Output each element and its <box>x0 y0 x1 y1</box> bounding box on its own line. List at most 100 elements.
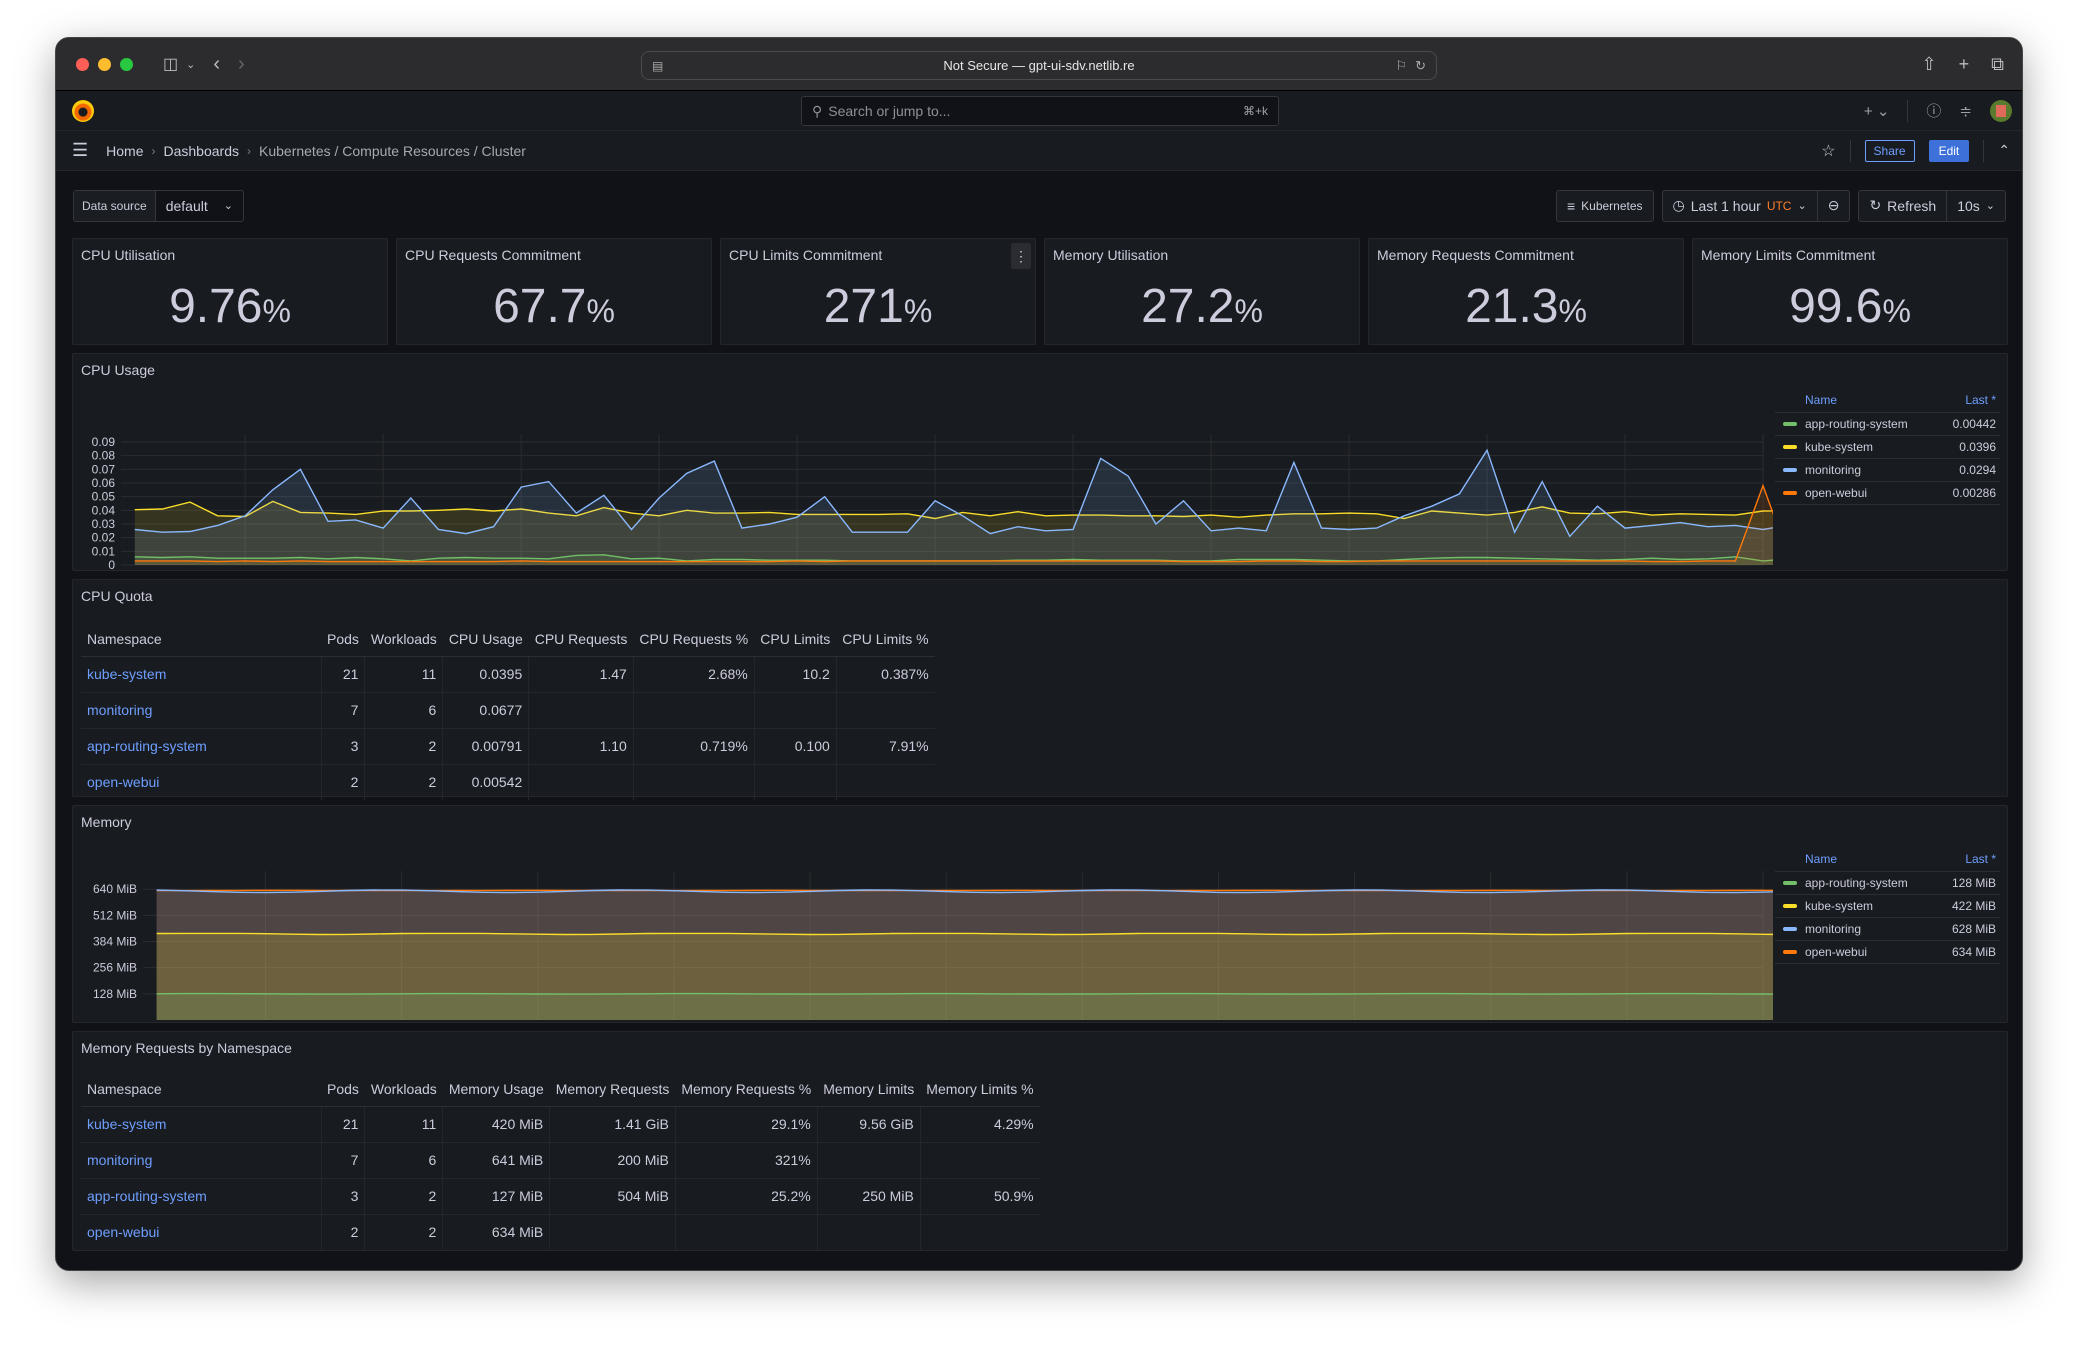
stat-number: 21.3 <box>1465 280 1559 333</box>
stat-panel-cpu-limits-commitment[interactable]: CPU Limits Commitment ⋮ 271% <box>720 238 1036 345</box>
column-header[interactable]: Memory Requests % <box>675 1072 818 1107</box>
column-header[interactable]: CPU Limits % <box>836 622 935 657</box>
table-cell: 3 <box>320 1178 365 1215</box>
column-header[interactable]: Memory Limits % <box>920 1072 1040 1107</box>
panel-menu-icon[interactable]: ⋮ <box>1011 243 1031 269</box>
browser-window: ◫ ⌄ ‹ › ▤ Not Secure — gpt-ui-sdv.netlib… <box>55 37 2023 1271</box>
table-cell: 7 <box>320 1142 365 1179</box>
namespace-link[interactable]: kube-system <box>81 1106 321 1143</box>
panel-title: Memory Requests by Namespace <box>81 1040 292 1056</box>
table-cell <box>674 1214 818 1250</box>
table-row: open-webui 2 2 0.00542 <box>81 764 935 800</box>
series-color-swatch <box>1783 881 1797 886</box>
stat-panel-memory-requests-commitment[interactable]: Memory Requests Commitment 21.3% <box>1368 238 1684 345</box>
column-header[interactable]: Workloads <box>364 622 443 657</box>
column-header[interactable]: Workloads <box>364 1072 443 1107</box>
namespace-link[interactable]: kube-system <box>81 656 321 693</box>
stat-unit: % <box>1558 293 1587 329</box>
cpu-usage-chart[interactable]: 00.010.020.030.040.050.060.070.080.0912:… <box>73 372 1773 572</box>
table-cell <box>753 692 837 729</box>
column-header[interactable]: CPU Requests <box>528 622 634 657</box>
table-cell: 2 <box>364 1178 443 1215</box>
table-cell <box>549 1214 676 1250</box>
table-cell: 2 <box>364 1214 443 1250</box>
table-cell <box>835 692 935 729</box>
column-header[interactable]: CPU Limits <box>754 622 837 657</box>
series-color-swatch <box>1783 468 1797 473</box>
column-header[interactable]: CPU Usage <box>442 622 529 657</box>
namespace-link[interactable]: monitoring <box>81 1142 321 1179</box>
y-tick-label: 0 <box>108 558 115 572</box>
stat-panel-memory-utilisation[interactable]: Memory Utilisation 27.2% <box>1044 238 1360 345</box>
legend-item[interactable]: app-routing-system 128 MiB <box>1775 871 2000 895</box>
namespace-link[interactable]: app-routing-system <box>81 1178 321 1215</box>
table-cell: 6 <box>364 692 443 729</box>
legend-header-name[interactable]: Name <box>1775 388 1939 413</box>
table-row: app-routing-system 3 2 0.00791 1.10 0.719% 0.1… <box>81 728 935 765</box>
table-cell: 50.9% <box>919 1178 1040 1215</box>
legend-item[interactable]: app-routing-system 0.00442 <box>1775 412 2000 436</box>
legend-series-name: monitoring <box>1805 462 1862 477</box>
table-cell: 10.2 <box>753 656 837 693</box>
namespace-link[interactable]: monitoring <box>81 692 321 729</box>
legend-item[interactable]: monitoring 628 MiB <box>1775 917 2000 941</box>
legend-item[interactable]: open-webui 634 MiB <box>1775 940 2000 964</box>
namespace-link[interactable]: open-webui <box>81 764 321 800</box>
legend-item[interactable]: monitoring 0.0294 <box>1775 458 2000 482</box>
table-cell <box>919 1142 1040 1179</box>
legend-item[interactable]: open-webui 0.00286 <box>1775 481 2000 505</box>
column-header[interactable]: Pods <box>321 1072 365 1107</box>
table-cell: 7 <box>320 692 365 729</box>
column-header[interactable]: Memory Limits <box>817 1072 921 1107</box>
y-tick-label: 0.08 <box>92 449 116 463</box>
column-header[interactable]: Namespace <box>81 622 321 657</box>
panel-title: Memory Utilisation <box>1053 247 1169 263</box>
table-header-row: Namespace Pods Workloads CPU Usage CPU Reque… <box>81 622 935 657</box>
y-tick-label: 640 MiB <box>93 882 137 896</box>
stat-panel-cpu-utilisation[interactable]: CPU Utilisation 9.76% <box>72 238 388 345</box>
y-tick-label: 0.01 <box>92 544 116 558</box>
table-cell: 0.719% <box>632 728 755 765</box>
table-cell: 11 <box>364 1106 443 1143</box>
stat-number: 67.7 <box>493 280 587 333</box>
legend-header-name[interactable]: Name <box>1775 847 1938 872</box>
table-cell <box>816 1214 921 1250</box>
series-line-app-routing-system[interactable] <box>156 992 1773 995</box>
column-header[interactable]: Pods <box>321 622 365 657</box>
stat-value: 21.3% <box>1369 279 1683 334</box>
table-cell: 21 <box>320 1106 365 1143</box>
memory-legend: Name Last * app-routing-system 128 MiB kub… <box>1775 847 2000 964</box>
legend-series-value: 422 MiB <box>1937 894 2000 918</box>
panel-title: CPU Requests Commitment <box>405 247 581 263</box>
table-cell: 1.47 <box>528 656 634 693</box>
table-cell <box>919 1214 1040 1250</box>
stat-panel-cpu-requests-commitment[interactable]: CPU Requests Commitment 67.7% <box>396 238 712 345</box>
column-header[interactable]: CPU Requests % <box>633 622 755 657</box>
table-cell: 420 MiB <box>442 1106 550 1143</box>
stat-unit: % <box>1234 293 1263 329</box>
legend-item[interactable]: kube-system 0.0396 <box>1775 435 2000 459</box>
legend-series-name: open-webui <box>1805 944 1868 959</box>
memory-chart[interactable]: 128 MiB256 MiB384 MiB512 MiB640 MiB12:35… <box>73 824 1773 1024</box>
y-tick-label: 0.02 <box>92 531 116 545</box>
y-tick-label: 128 MiB <box>93 987 137 1001</box>
series-color-swatch <box>1783 904 1797 909</box>
table-cell: 2 <box>364 764 443 800</box>
y-tick-label: 0.03 <box>92 517 116 531</box>
namespace-link[interactable]: open-webui <box>81 1214 321 1250</box>
legend-series-name: app-routing-system <box>1805 416 1908 431</box>
table-cell: 9.56 GiB <box>816 1106 921 1143</box>
column-header[interactable]: Memory Requests <box>549 1072 676 1107</box>
legend-header-last[interactable]: Last * <box>1937 847 2000 872</box>
stat-panel-memory-limits-commitment[interactable]: Memory Limits Commitment 99.6% <box>1692 238 2008 345</box>
stat-unit: % <box>262 293 291 329</box>
panels-grid: CPU Utilisation 9.76% CPU Requests Commi… <box>56 38 2022 1270</box>
table-cell: 321% <box>674 1142 818 1179</box>
legend-series-value: 628 MiB <box>1937 917 2000 941</box>
legend-header-last[interactable]: Last * <box>1938 388 2000 413</box>
series-area-app-routing-system <box>156 993 1773 1020</box>
column-header[interactable]: Namespace <box>81 1072 321 1107</box>
legend-item[interactable]: kube-system 422 MiB <box>1775 894 2000 918</box>
column-header[interactable]: Memory Usage <box>442 1072 550 1107</box>
namespace-link[interactable]: app-routing-system <box>81 728 321 765</box>
